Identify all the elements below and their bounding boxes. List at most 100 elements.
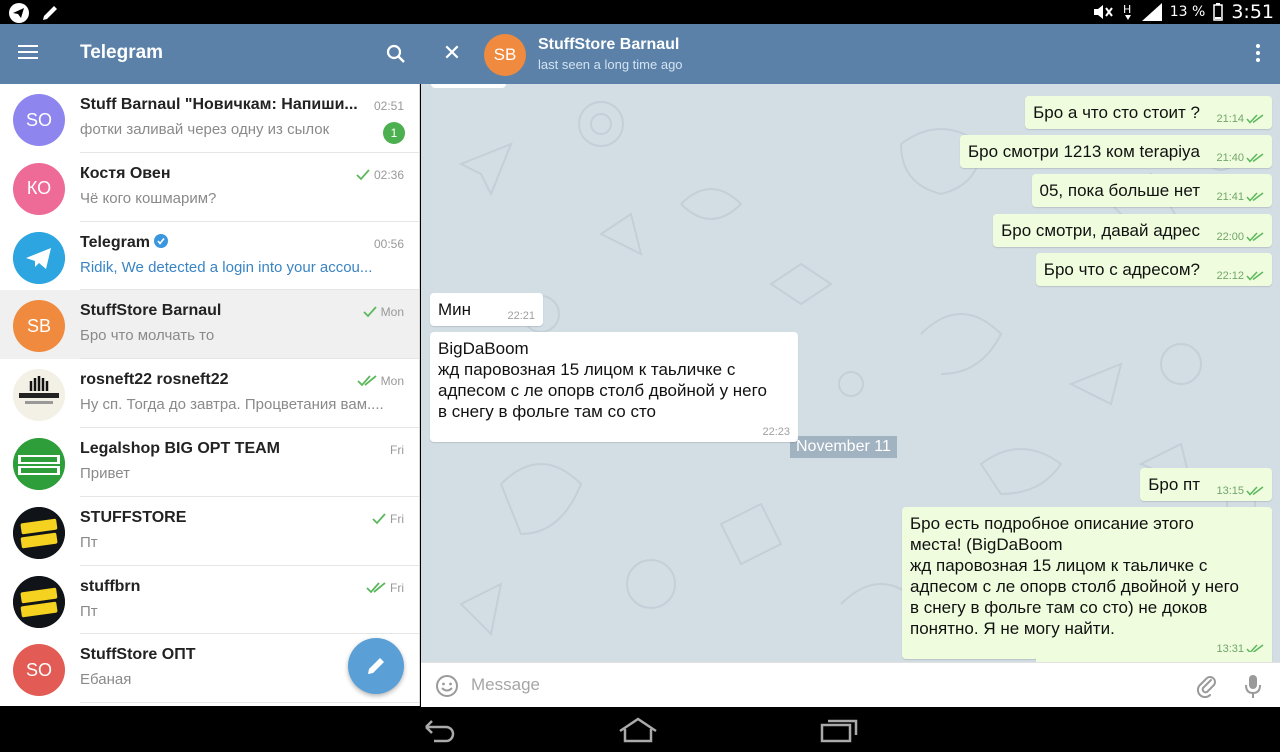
chat-name: Telegram (80, 233, 370, 252)
chat-row[interactable]: stuffbrn Пт Fri (0, 566, 419, 635)
chat-time-text: Fri (390, 511, 404, 526)
double-check-icon (1246, 153, 1264, 163)
outgoing-message[interactable]: Бро а что сто стоит ? 21:14 (1025, 96, 1272, 129)
message-text: BigDaBoom жд паровозная 15 лицом к таьли… (438, 339, 767, 421)
chat-time-text: Mon (380, 305, 404, 320)
chat-row[interactable]: КО Костя Овен Чё кого кошмарим? 02:36 (0, 153, 419, 222)
chat-time: 02:36 (356, 168, 404, 182)
chat-time: 00:56 (374, 237, 404, 251)
emoji-icon[interactable] (435, 674, 459, 698)
chat-avatar (13, 369, 65, 422)
message-time: 22:21 (507, 310, 536, 322)
incoming-message[interactable]: BigDaBoom жд паровозная 15 лицом к таьли… (430, 332, 798, 442)
chat-time: Mon (357, 374, 404, 388)
peer-name[interactable]: StuffStore Barnaul (538, 36, 679, 54)
message-text: Бро а что сто стоит ? (1033, 103, 1200, 122)
chat-name: StuffStore ОПТ (80, 646, 196, 664)
outgoing-message[interactable]: Бро что с адресом? 22:12 (1035, 253, 1272, 286)
battery-level: 13 % (1169, 4, 1206, 20)
unread-badge: 1 (383, 122, 405, 144)
outgoing-message[interactable]: Бро пт 13:15 (1140, 468, 1272, 501)
message-meta: 22:23 (762, 426, 790, 438)
peer-avatar[interactable]: SB (484, 34, 526, 76)
close-icon[interactable]: ✕ (440, 42, 464, 66)
message-meta: 21:14 (1216, 113, 1264, 125)
avatar-initials: КО (26, 178, 52, 199)
chat-row[interactable]: SO Stuff Barnaul "Новичкам: Напиши... фотк… (0, 84, 419, 153)
sidebar-header: Telegram (0, 24, 420, 84)
app-title: Telegram (80, 42, 164, 63)
chat-preview: Ridik, We detected a login into your acc… (80, 258, 373, 276)
chat-time: Fri (390, 443, 404, 457)
divider (80, 702, 419, 704)
telegram-logo-icon (13, 231, 65, 284)
message-time: 21:41 (1216, 191, 1244, 203)
outgoing-message[interactable]: Бро смотри, давай адрес 22:00 (993, 214, 1272, 247)
chat-time-text: 02:36 (373, 167, 404, 182)
message-time: 13:15 (1216, 485, 1244, 497)
chat-row[interactable]: STUFFSTORE Пт Fri (0, 497, 419, 566)
hamburger-menu-icon[interactable] (18, 45, 38, 63)
chat-avatar: SO (13, 94, 65, 146)
message-meta: 13:15 (1216, 485, 1264, 497)
previous-message-bubble (431, 84, 506, 88)
chat-preview: Ну сп. Тогда до завтра. Процветания вам.… (80, 396, 384, 414)
search-icon[interactable] (384, 42, 408, 66)
message-input[interactable] (471, 671, 1171, 699)
chat-avatar (13, 575, 65, 628)
chat-time: 02:51 (374, 99, 404, 113)
more-options-icon[interactable] (1250, 44, 1266, 66)
chat-time-text: Fri (390, 442, 404, 457)
message-text: Бро есть подробное описание этого места!… (910, 514, 1239, 638)
chat-name: Костя Овен (80, 164, 171, 182)
double-check-icon (1246, 192, 1264, 202)
chat-time: Fri (366, 581, 404, 595)
outgoing-message[interactable]: 05, пока больше нет 21:41 (1031, 174, 1272, 207)
clock: 3:51 (1231, 1, 1274, 23)
chat-time-text: Fri (390, 580, 404, 595)
chat-avatar (13, 506, 65, 559)
message-meta: 21:40 (1216, 152, 1264, 164)
chat-row[interactable]: SB StuffStore Barnaul Бро что молчать то Mo… (0, 290, 419, 360)
chat-time-text: 02:51 (373, 99, 404, 113)
double-check-icon (1246, 271, 1264, 281)
stuffstore-logo-icon (13, 506, 65, 559)
outgoing-message[interactable]: Бро есть подробное описание этого места!… (902, 507, 1272, 659)
read-check-icon (372, 513, 386, 525)
battery-icon (1213, 3, 1224, 21)
microphone-icon[interactable] (1241, 673, 1265, 699)
status-bar: H 13 % 3:51 (0, 0, 1280, 24)
chat-name: rosneft22 rosneft22 (80, 371, 229, 389)
chat-row[interactable]: rosneft22 rosneft22 Ну сп. Тогда до завтр… (0, 359, 419, 428)
chat-preview: Привет (80, 464, 131, 482)
recent-apps-icon[interactable] (816, 715, 860, 745)
double-check-icon (1246, 232, 1264, 242)
back-icon[interactable] (416, 715, 460, 745)
message-time: 22:00 (1216, 231, 1244, 243)
compose-button[interactable] (348, 638, 404, 694)
conversation-header: ✕ SB StuffStore Barnaul last seen a long… (420, 24, 1280, 84)
paperclip-icon[interactable] (1195, 674, 1219, 698)
svg-text:H: H (1123, 3, 1131, 16)
pencil-icon (368, 658, 384, 674)
incoming-message[interactable]: Мин 22:21 (430, 293, 544, 326)
rosneft-logo-icon (13, 369, 65, 422)
composer-bar (421, 662, 1280, 707)
chat-avatar (13, 231, 65, 284)
chat-preview: Чё кого кошмарим? (80, 189, 217, 207)
chat-preview: фотки заливай через одну из сылок (80, 121, 330, 138)
home-icon[interactable] (616, 715, 660, 745)
system-nav-bar (0, 707, 1280, 752)
chat-row[interactable]: Legalshop BIG OPT TEAM Привет Fri (0, 428, 419, 497)
message-area[interactable]: November 11 Бро а что сто стоит ? 21:14 Бр… (421, 84, 1280, 662)
message-text: Бро пт (1148, 475, 1200, 494)
double-check-icon (1246, 114, 1264, 124)
chat-row[interactable]: Telegram Ridik, We detected a login into… (0, 222, 419, 291)
chat-name: stuffbrn (80, 577, 141, 595)
chat-time-text: Mon (380, 374, 404, 389)
chat-time: Mon (363, 305, 404, 319)
message-meta: 22:12 (1216, 270, 1264, 282)
chat-preview: Пт (80, 533, 98, 551)
avatar-initials: SO (25, 659, 52, 680)
outgoing-message[interactable]: Бро смотри 1213 ком terapiya 21:40 (959, 135, 1272, 168)
